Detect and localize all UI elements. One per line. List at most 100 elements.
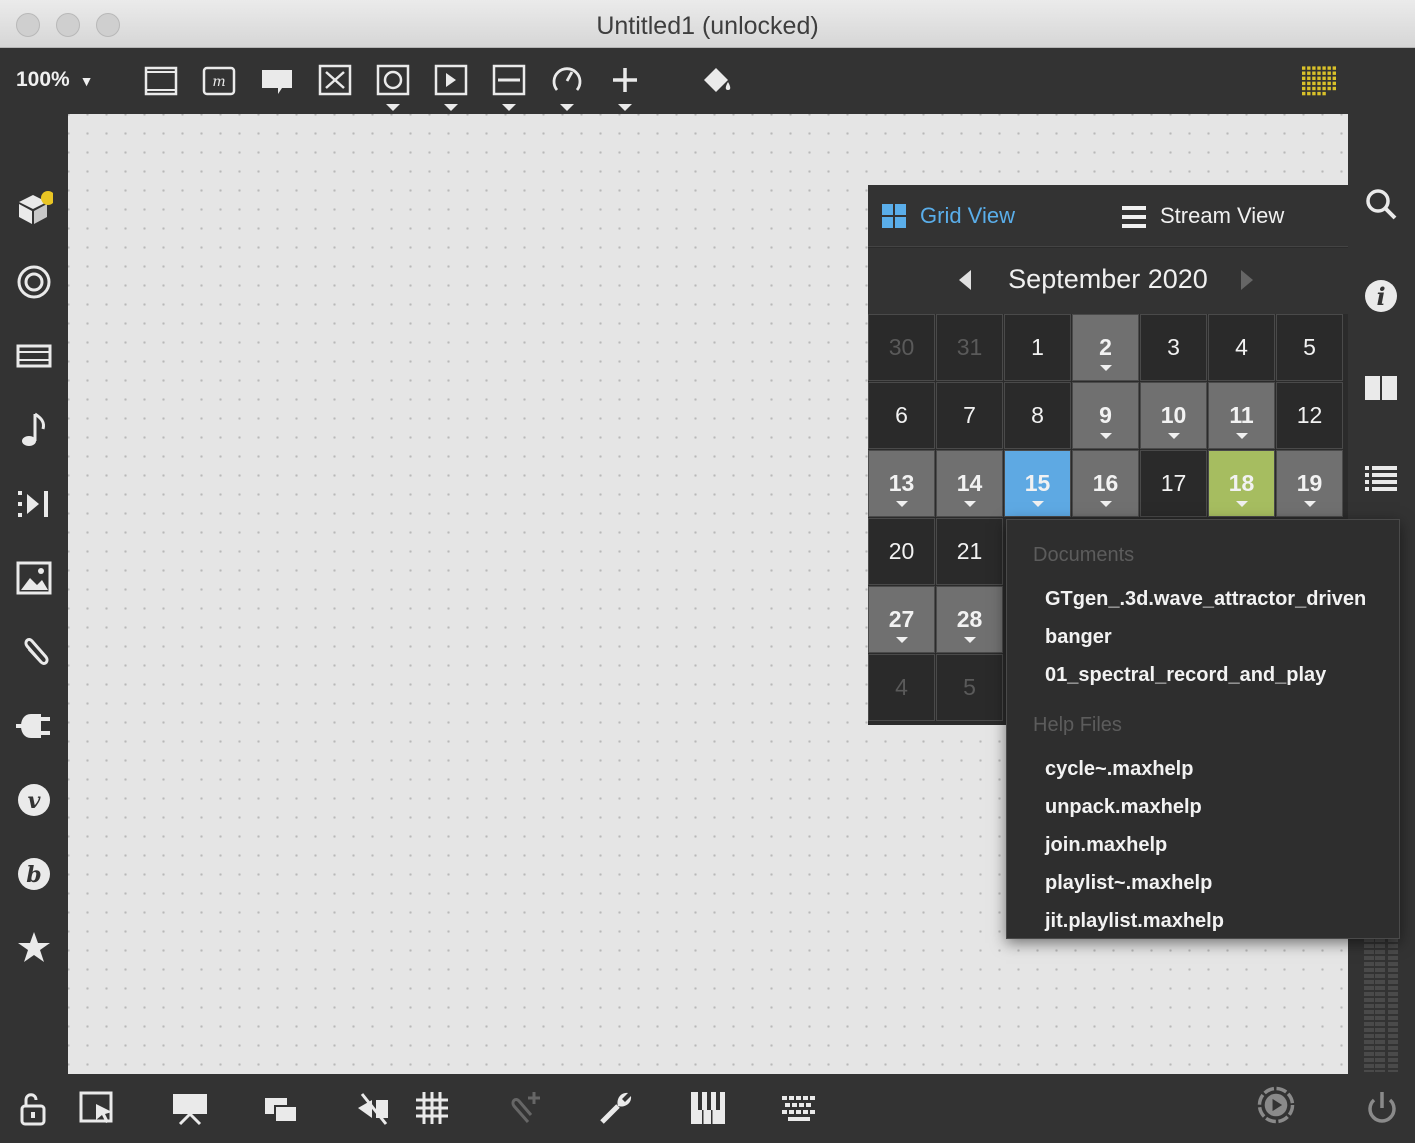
stream-view-icon[interactable] [1122, 205, 1146, 229]
calendar-day-cell[interactable]: 19 [1276, 450, 1343, 517]
piano-icon[interactable] [688, 1088, 728, 1128]
calendar-day-cell[interactable]: 5 [1276, 314, 1343, 381]
chevron-down-icon[interactable] [386, 104, 400, 111]
info-icon[interactable]: i [1362, 276, 1400, 316]
calendar-day-cell[interactable]: 17 [1140, 450, 1207, 517]
button-icon[interactable] [376, 62, 410, 98]
lock-icon[interactable] [14, 1088, 54, 1128]
calendar-day-cell[interactable]: 14 [936, 450, 1003, 517]
wrench-icon[interactable] [596, 1088, 636, 1128]
calendar-day-cell[interactable]: 15 [1004, 450, 1071, 517]
calendar-day-number: 2 [1099, 334, 1112, 360]
calendar-day-cell[interactable]: 4 [868, 654, 935, 721]
chevron-down-icon[interactable] [618, 104, 632, 111]
presentation-icon[interactable] [170, 1088, 210, 1128]
tab-stream-view[interactable]: Stream View [1160, 203, 1284, 229]
transport-play-icon[interactable] [1256, 1085, 1302, 1131]
object-box-icon[interactable] [144, 62, 178, 98]
meter-segment [1375, 1064, 1385, 1068]
calendar-day-cell[interactable]: 11 [1208, 382, 1275, 449]
target-icon[interactable] [15, 262, 53, 302]
meter-segment [1375, 1052, 1385, 1056]
calendar-day-number: 1 [1031, 334, 1044, 360]
calendar-day-cell[interactable]: 12 [1276, 382, 1343, 449]
calendar-day-cell[interactable]: 21 [936, 518, 1003, 585]
slider-icon[interactable] [492, 62, 526, 98]
power-icon[interactable] [1362, 1088, 1402, 1128]
presentation-pointer-icon[interactable] [78, 1088, 118, 1128]
hide-icon[interactable] [354, 1088, 394, 1128]
help-file-item[interactable]: unpack.maxhelp [1045, 796, 1202, 819]
calendar-day-cell[interactable]: 10 [1140, 382, 1207, 449]
calendar-day-number: 13 [888, 470, 915, 496]
document-item[interactable]: GTgen_.3d.wave_attractor_driven [1045, 588, 1366, 611]
calendar-day-cell[interactable]: 2 [1072, 314, 1139, 381]
plus-icon[interactable] [608, 62, 642, 98]
toggle-icon[interactable] [318, 62, 352, 98]
calendar-day-cell[interactable]: 6 [868, 382, 935, 449]
media-icon[interactable] [15, 336, 53, 376]
chevron-down-icon [1304, 501, 1316, 507]
calendar-day-cell[interactable]: 31 [936, 314, 1003, 381]
package-icon[interactable] [15, 188, 55, 228]
meter-segment [1388, 974, 1398, 978]
calendar-day-cell[interactable]: 1 [1004, 314, 1071, 381]
calendar-day-cell[interactable]: 9 [1072, 382, 1139, 449]
document-item[interactable]: banger [1045, 626, 1112, 649]
zoom-dropdown[interactable]: 100% ▼ [16, 68, 93, 92]
message-box-icon[interactable]: m [202, 62, 236, 98]
meter-segment [1364, 980, 1374, 984]
windows-icon[interactable] [262, 1088, 302, 1128]
play-icon[interactable] [434, 62, 468, 98]
vst-icon[interactable]: v [15, 780, 53, 820]
calendar-day-cell[interactable]: 30 [868, 314, 935, 381]
meter-segment [1388, 1046, 1398, 1050]
chevron-down-icon[interactable] [444, 104, 458, 111]
help-file-item[interactable]: join.maxhelp [1045, 834, 1167, 857]
calendar-day-cell[interactable]: 16 [1072, 450, 1139, 517]
calendar-day-cell[interactable]: 27 [868, 586, 935, 653]
grid-icon[interactable] [412, 1088, 452, 1128]
meter-segment [1375, 974, 1385, 978]
calendar-day-cell[interactable]: 28 [936, 586, 1003, 653]
calendar-day-cell[interactable]: 5 [936, 654, 1003, 721]
next-month-icon[interactable] [1241, 270, 1253, 290]
chevron-down-icon[interactable] [502, 104, 516, 111]
music-note-icon[interactable] [15, 410, 53, 450]
grid-apps-icon[interactable] [1302, 62, 1342, 98]
meter-segment [1388, 1004, 1398, 1008]
calendar-day-cell[interactable]: 3 [1140, 314, 1207, 381]
help-file-item[interactable]: playlist~.maxhelp [1045, 872, 1212, 895]
patcher-toolbar: 100% ▼ m [0, 48, 1415, 114]
dial-icon[interactable] [550, 62, 584, 98]
calendar-day-number: 5 [1303, 334, 1316, 360]
calendar-day-cell[interactable]: 13 [868, 450, 935, 517]
search-icon[interactable] [1362, 184, 1400, 224]
tab-grid-view[interactable]: Grid View [920, 203, 1015, 229]
meter-segment [1364, 944, 1374, 948]
image-icon[interactable] [15, 558, 53, 598]
calendar-day-cell[interactable]: 4 [1208, 314, 1275, 381]
paint-bucket-icon[interactable] [700, 62, 734, 98]
calendar-day-cell[interactable]: 8 [1004, 382, 1071, 449]
bpatcher-icon[interactable]: b [15, 854, 53, 894]
chevron-down-icon [1168, 433, 1180, 439]
attachment-icon[interactable] [15, 632, 53, 672]
document-item[interactable]: 01_spectral_record_and_play [1045, 664, 1326, 687]
comment-icon[interactable] [260, 62, 294, 98]
meter-segment [1375, 968, 1385, 972]
chevron-down-icon[interactable] [560, 104, 574, 111]
reference-icon[interactable] [1362, 368, 1400, 408]
plug-icon[interactable] [15, 706, 53, 746]
playlist-icon[interactable] [15, 484, 53, 524]
grid-view-icon[interactable] [882, 204, 906, 228]
calendar-day-cell[interactable]: 18 [1208, 450, 1275, 517]
help-file-item[interactable]: jit.playlist.maxhelp [1045, 910, 1224, 933]
help-file-item[interactable]: cycle~.maxhelp [1045, 758, 1193, 781]
svg-text:i: i [1376, 282, 1385, 311]
calendar-day-cell[interactable]: 20 [868, 518, 935, 585]
star-icon[interactable] [15, 928, 53, 968]
calendar-day-cell[interactable]: 7 [936, 382, 1003, 449]
list-icon[interactable] [1362, 460, 1400, 500]
keyboard-icon[interactable] [780, 1088, 820, 1128]
